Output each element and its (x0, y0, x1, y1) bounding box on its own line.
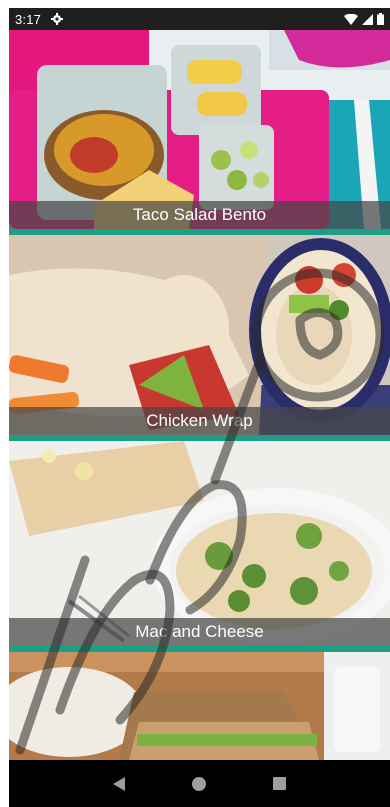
signal-icon (362, 13, 373, 25)
navigation-bar (9, 760, 390, 807)
status-time: 3:17 (15, 11, 42, 27)
back-icon[interactable] (107, 772, 131, 796)
recipe-title-text: Mac and Cheese (135, 622, 264, 641)
recipe-title: Mac and Cheese (9, 618, 390, 646)
recipe-card-chicken-wrap[interactable]: Chicken Wrap (9, 235, 390, 435)
recipe-card-taco-salad-bento[interactable]: Taco Salad Bento (9, 30, 390, 229)
gear-icon (51, 13, 64, 25)
recents-icon[interactable] (268, 772, 292, 796)
recipe-list[interactable]: Taco Salad Bento Chicken Wrap Mac and Ch… (9, 30, 390, 760)
recipe-title: Taco Salad Bento (9, 201, 390, 229)
chicken-wrap-image (9, 235, 390, 435)
recipe-title: Chicken Wrap (9, 407, 390, 435)
wifi-icon (344, 13, 358, 25)
recipe-card-mac-and-cheese[interactable]: Mac and Cheese (9, 441, 390, 646)
home-icon[interactable] (187, 772, 211, 796)
battery-icon (377, 13, 384, 25)
status-icons (344, 13, 384, 25)
app-screen: 3:17 Taco Salad Bento Chicken Wrap Mac a… (0, 0, 390, 807)
recipe-title-text: Taco Salad Bento (132, 205, 267, 224)
taco-salad-bento-image (9, 30, 390, 229)
sandwich-image (9, 652, 390, 760)
status-bar: 3:17 (9, 8, 390, 30)
recipe-title-text: Chicken Wrap (146, 411, 253, 430)
recipe-card-sandwich[interactable] (9, 652, 390, 760)
mac-and-cheese-image (9, 441, 390, 646)
